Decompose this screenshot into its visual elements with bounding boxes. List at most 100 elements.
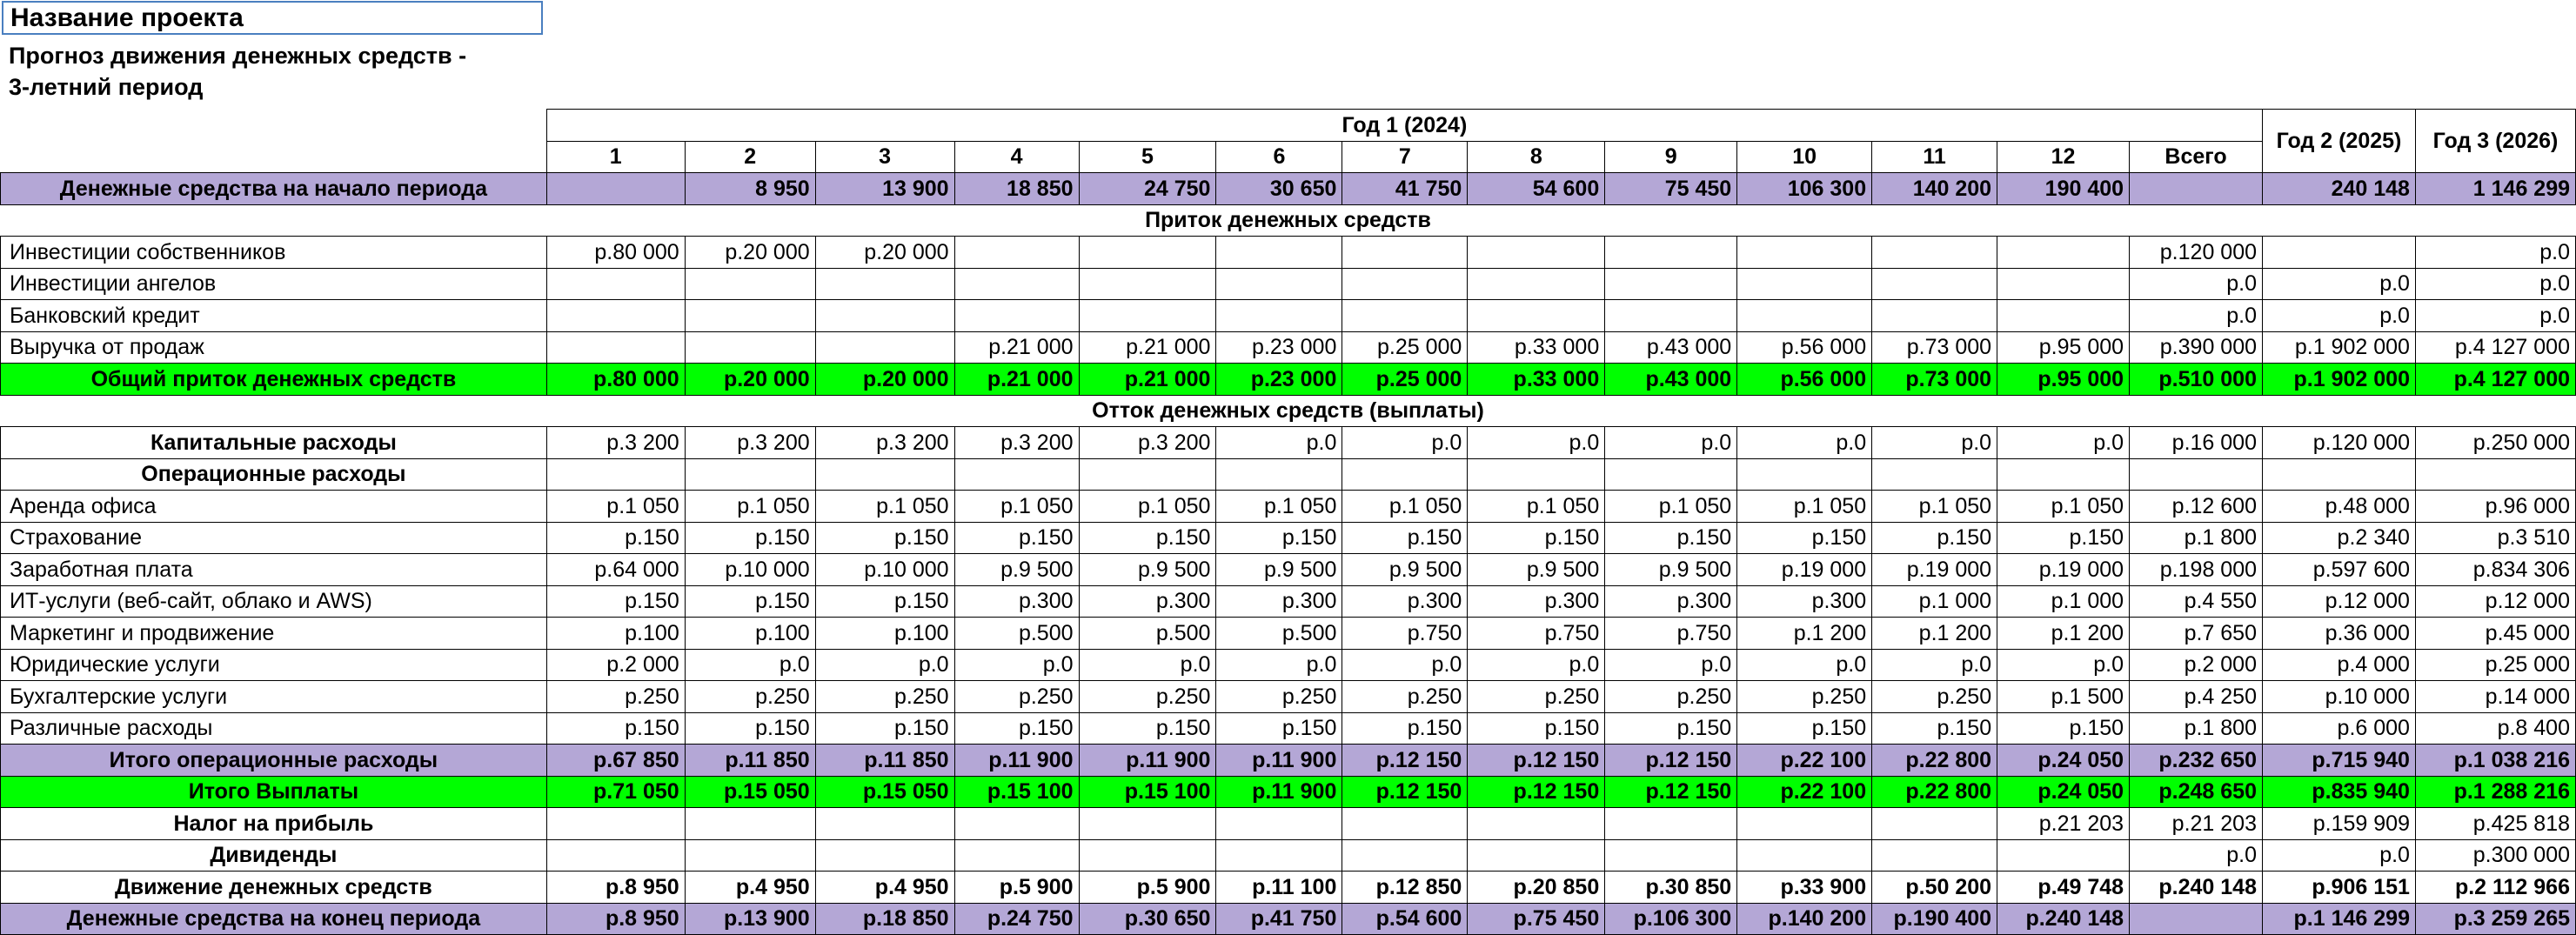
value-cell[interactable] — [1736, 299, 1873, 332]
value-cell[interactable]: р.1 200 — [1736, 617, 1873, 650]
value-cell[interactable]: р.20 000 — [814, 236, 955, 269]
value-cell[interactable] — [1871, 299, 1998, 332]
value-cell[interactable]: 1 146 299 — [2414, 172, 2576, 205]
value-cell[interactable]: р.150 — [1736, 521, 1873, 554]
value-cell[interactable]: р.2 112 966 — [2414, 871, 2576, 904]
value-cell[interactable]: р.300 — [1467, 584, 1606, 618]
value-cell[interactable]: р.0 — [1342, 426, 1469, 459]
value-cell[interactable] — [684, 299, 816, 332]
value-cell[interactable]: р.30 650 — [1078, 902, 1217, 935]
month-header-8[interactable]: 8 — [1467, 140, 1606, 173]
value-cell[interactable] — [1604, 236, 1738, 269]
row-label[interactable]: Маркетинг и продвижение — [0, 617, 547, 650]
value-cell[interactable]: р.150 — [1997, 711, 2131, 745]
value-cell[interactable]: р.4 127 000 — [2414, 331, 2576, 364]
value-cell[interactable]: 106 300 — [1736, 172, 1873, 205]
value-cell[interactable]: р.1 902 000 — [2262, 363, 2416, 396]
value-cell[interactable]: р.15 100 — [953, 775, 1080, 808]
value-cell[interactable] — [953, 807, 1080, 840]
value-cell[interactable]: р.0 — [814, 648, 955, 681]
value-cell[interactable]: р.12 000 — [2262, 584, 2416, 618]
value-cell[interactable]: р.835 940 — [2262, 775, 2416, 808]
value-cell[interactable]: р.150 — [684, 521, 816, 554]
value-cell[interactable] — [1342, 299, 1469, 332]
value-cell[interactable]: р.750 — [1467, 617, 1606, 650]
value-cell[interactable] — [1078, 807, 1217, 840]
value-cell[interactable]: 8 950 — [684, 172, 816, 205]
value-cell[interactable]: р.250 — [545, 680, 686, 713]
value-cell[interactable]: 30 650 — [1215, 172, 1343, 205]
value-cell[interactable] — [1078, 267, 1217, 300]
value-cell[interactable]: р.300 — [953, 584, 1080, 618]
row-label[interactable]: Выручка от продаж — [0, 331, 547, 364]
value-cell[interactable] — [1342, 236, 1469, 269]
value-cell[interactable] — [1342, 807, 1469, 840]
row-label[interactable]: Различные расходы — [0, 711, 547, 745]
value-cell[interactable]: р.10 000 — [684, 553, 816, 586]
value-cell[interactable]: 13 900 — [814, 172, 955, 205]
value-cell[interactable]: р.45 000 — [2414, 617, 2576, 650]
value-cell[interactable]: р.23 000 — [1215, 331, 1343, 364]
value-cell[interactable]: р.0 — [684, 648, 816, 681]
value-cell[interactable]: р.750 — [1342, 617, 1469, 650]
value-cell[interactable]: р.95 000 — [1997, 363, 2131, 396]
value-cell[interactable]: р.4 550 — [2129, 584, 2263, 618]
value-cell[interactable]: р.12 150 — [1342, 775, 1469, 808]
value-cell[interactable]: р.19 000 — [1997, 553, 2131, 586]
value-cell[interactable] — [1736, 236, 1873, 269]
value-cell[interactable]: р.4 250 — [2129, 680, 2263, 713]
value-cell[interactable] — [545, 457, 686, 491]
value-cell[interactable]: 41 750 — [1342, 172, 1469, 205]
value-cell[interactable] — [1467, 236, 1606, 269]
value-cell[interactable] — [1342, 457, 1469, 491]
value-cell[interactable]: р.250 — [1342, 680, 1469, 713]
value-cell[interactable] — [1736, 838, 1873, 872]
value-cell[interactable]: р.80 000 — [545, 236, 686, 269]
value-cell[interactable] — [684, 807, 816, 840]
value-cell[interactable]: р.240 148 — [1997, 902, 2131, 935]
value-cell[interactable]: р.300 — [1342, 584, 1469, 618]
value-cell[interactable] — [1078, 299, 1217, 332]
value-cell[interactable]: р.9 500 — [1604, 553, 1738, 586]
value-cell[interactable]: р.0 — [1736, 648, 1873, 681]
value-cell[interactable]: р.150 — [1215, 711, 1343, 745]
value-cell[interactable] — [1078, 236, 1217, 269]
value-cell[interactable]: р.0 — [1215, 648, 1343, 681]
value-cell[interactable] — [684, 267, 816, 300]
value-cell[interactable]: р.1 050 — [1997, 490, 2131, 523]
value-cell[interactable] — [1215, 838, 1343, 872]
value-cell[interactable]: р.8 400 — [2414, 711, 2576, 745]
section-header-inflow[interactable]: Приток денежных средств — [0, 204, 2576, 237]
value-cell[interactable] — [953, 267, 1080, 300]
value-cell[interactable]: р.1 050 — [814, 490, 955, 523]
value-cell[interactable]: р.11 100 — [1215, 871, 1343, 904]
row-label[interactable]: Движение денежных средств — [0, 871, 547, 904]
value-cell[interactable]: р.20 000 — [684, 236, 816, 269]
row-label[interactable]: ИТ-услуги (веб-сайт, облако и AWS) — [0, 584, 547, 618]
value-cell[interactable]: 75 450 — [1604, 172, 1738, 205]
value-cell[interactable] — [545, 299, 686, 332]
value-cell[interactable]: р.10 000 — [814, 553, 955, 586]
value-cell[interactable]: р.232 650 — [2129, 744, 2263, 777]
value-cell[interactable]: 190 400 — [1997, 172, 2131, 205]
value-cell[interactable] — [2414, 457, 2576, 491]
value-cell[interactable] — [953, 236, 1080, 269]
value-cell[interactable] — [1997, 457, 2131, 491]
value-cell[interactable]: р.16 000 — [2129, 426, 2263, 459]
value-cell[interactable]: р.10 000 — [2262, 680, 2416, 713]
value-cell[interactable]: р.24 050 — [1997, 775, 2131, 808]
value-cell[interactable]: р.425 818 — [2414, 807, 2576, 840]
value-cell[interactable]: р.150 — [953, 521, 1080, 554]
value-cell[interactable]: р.300 — [1736, 584, 1873, 618]
value-cell[interactable]: р.21 000 — [953, 331, 1080, 364]
value-cell[interactable]: р.0 — [1604, 426, 1738, 459]
value-cell[interactable]: р.21 203 — [2129, 807, 2263, 840]
value-cell[interactable]: р.106 300 — [1604, 902, 1738, 935]
value-cell[interactable]: р.150 — [1342, 521, 1469, 554]
value-cell[interactable] — [1467, 267, 1606, 300]
value-cell[interactable]: р.0 — [1871, 426, 1998, 459]
value-cell[interactable] — [1215, 807, 1343, 840]
value-cell[interactable] — [1604, 267, 1738, 300]
value-cell[interactable]: р.1 050 — [1736, 490, 1873, 523]
value-cell[interactable]: р.150 — [814, 584, 955, 618]
